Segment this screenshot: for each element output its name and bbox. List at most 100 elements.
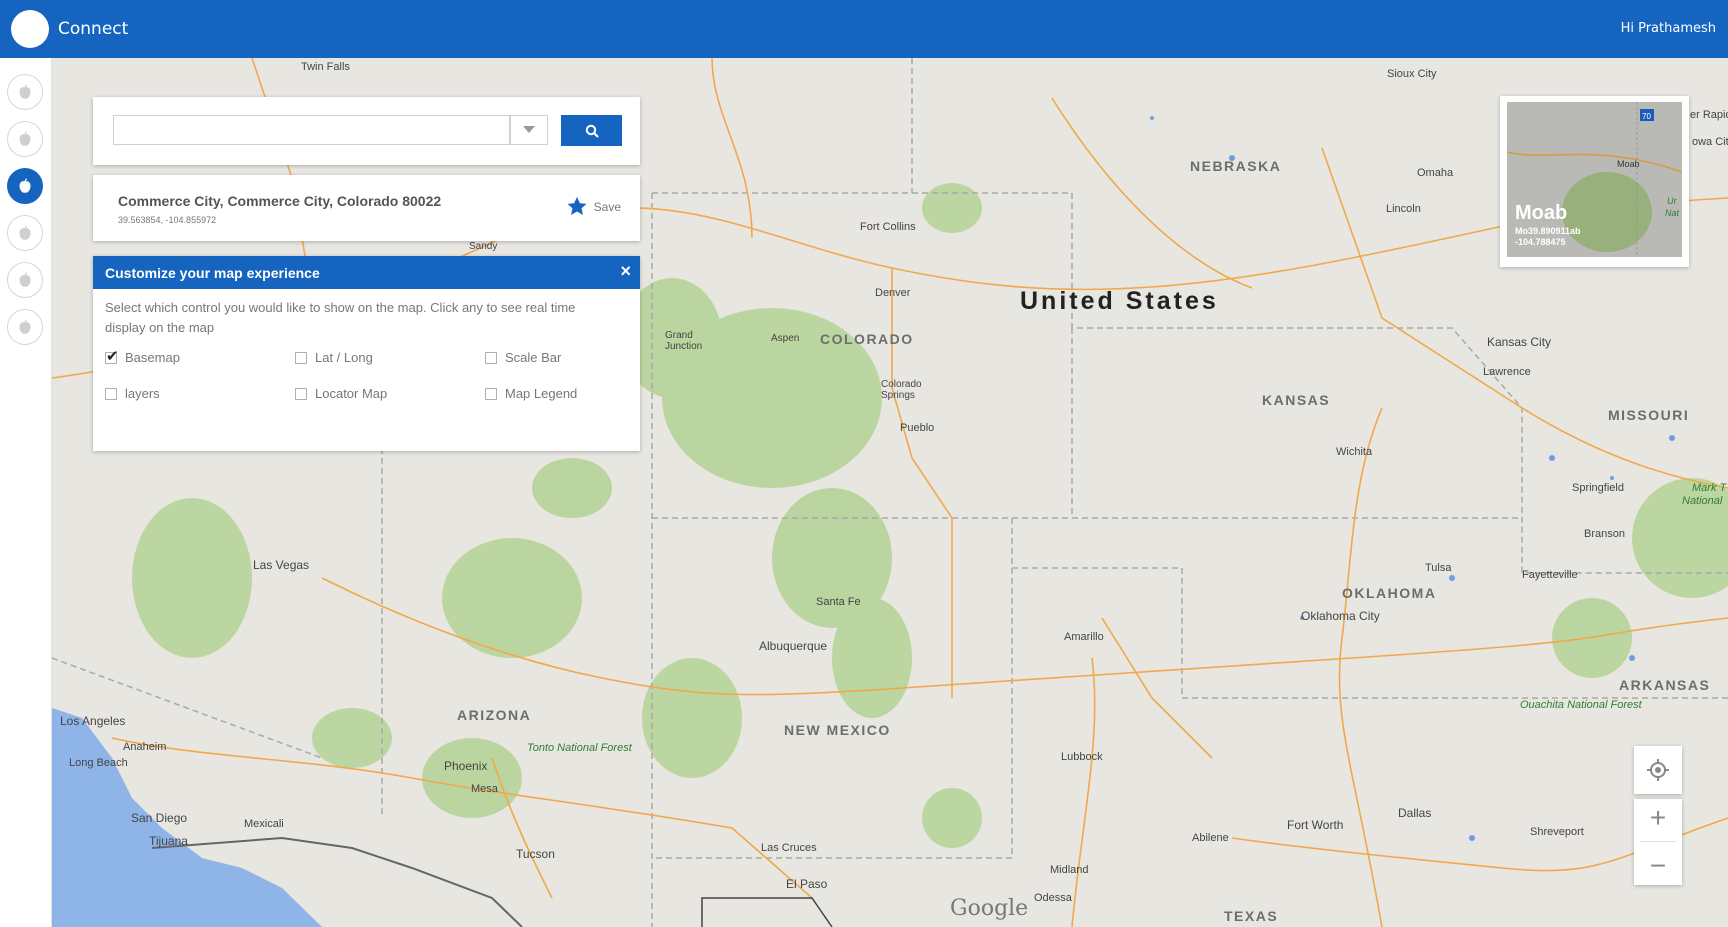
left-rail	[0, 58, 52, 927]
locator-inner-label: Moab	[1617, 159, 1640, 169]
map-state-label: NEBRASKA	[1190, 158, 1282, 174]
app-logo[interactable]	[11, 10, 49, 48]
checkbox-lat-long[interactable]	[295, 351, 307, 364]
option-layers[interactable]: layers	[105, 386, 160, 401]
map-city-label: Dallas	[1398, 806, 1432, 820]
search-input[interactable]	[113, 115, 510, 145]
search-panel	[93, 97, 640, 165]
map-city-label: Lincoln	[1386, 203, 1421, 215]
apple-icon	[19, 225, 31, 240]
map-city-label: Denver	[875, 287, 911, 299]
map-city-label: Long Beach	[69, 757, 128, 769]
map-city-label: Mexicali	[244, 818, 284, 830]
locator-coordinates: Mo39.890911ab -104.788475	[1515, 226, 1581, 247]
option-map-legend[interactable]: Map Legend	[485, 386, 577, 401]
map-city-label: Branson	[1584, 528, 1625, 540]
map-park-label: Ouachita National Forest	[1520, 699, 1642, 711]
option-locator-map[interactable]: Locator Map	[295, 386, 387, 401]
user-greeting[interactable]: Hi Prathamesh	[1621, 21, 1716, 36]
rail-button-4[interactable]	[7, 215, 43, 251]
map-state-label: TEXAS	[1224, 908, 1279, 924]
location-result-card: Commerce City, Commerce City, Colorado 8…	[93, 175, 640, 241]
locate-me-button[interactable]	[1634, 746, 1682, 794]
locator-place-name: Moab	[1515, 202, 1568, 224]
zoom-out-button[interactable]: −	[1650, 852, 1666, 880]
map-city-label: Colorado Springs	[881, 379, 922, 401]
map-city-label: Aspen	[771, 333, 800, 344]
google-attribution[interactable]: Google	[950, 896, 1028, 921]
map-city-label: Santa Fe	[816, 596, 861, 608]
map-city-label: Sandy	[469, 241, 498, 252]
map-city-label: Phoenix	[444, 759, 488, 773]
crosshair-icon	[1647, 759, 1669, 781]
map-city-label: Twin Falls	[301, 61, 350, 73]
highway-shield-label: 70	[1642, 112, 1651, 121]
location-title: Commerce City, Commerce City, Colorado 8…	[118, 193, 442, 209]
map-country-label: United States	[1020, 287, 1219, 315]
map-city-label: Odessa	[1034, 892, 1072, 904]
search-icon	[585, 124, 599, 138]
map-city-label: Springfield	[1572, 482, 1624, 494]
customize-title: Customize your map experience	[105, 265, 320, 281]
app-title: Connect	[58, 19, 129, 39]
locator-map-image: 70 Moab Ur Nat Moab Mo39.890911ab -104.7…	[1507, 102, 1682, 257]
option-label: Scale Bar	[505, 350, 562, 365]
map-park-label: Mark T	[1692, 482, 1727, 494]
checkbox-scale-bar[interactable]	[485, 351, 497, 364]
rail-button-2[interactable]	[7, 121, 43, 157]
map-city-label: Oklahoma City	[1301, 609, 1380, 623]
map-city-label: Lubbock	[1061, 751, 1103, 763]
rail-button-5[interactable]	[7, 262, 43, 298]
customize-header: Customize your map experience ×	[93, 256, 640, 289]
map-city-label: San Diego	[131, 811, 188, 825]
map-city-label: Anaheim	[123, 741, 167, 753]
map-city-label: El Paso	[786, 877, 828, 891]
search-button[interactable]	[561, 115, 622, 146]
map-city-label: Tucson	[516, 847, 555, 861]
apple-icon	[19, 84, 31, 99]
checkbox-map-legend[interactable]	[485, 387, 497, 400]
star-icon	[567, 197, 587, 215]
map-park-label: National	[1682, 495, 1723, 507]
customize-panel: Customize your map experience × Select w…	[93, 256, 640, 451]
checkbox-layers[interactable]	[105, 387, 117, 400]
checkbox-basemap[interactable]	[105, 347, 119, 365]
checkbox-locator-map[interactable]	[295, 387, 307, 400]
save-label: Save	[593, 199, 621, 214]
option-label: layers	[125, 386, 160, 401]
search-type-dropdown[interactable]	[510, 115, 548, 145]
map-city-label: Sioux City	[1387, 68, 1437, 80]
zoom-in-button[interactable]: +	[1650, 803, 1666, 832]
close-icon[interactable]: ×	[620, 261, 631, 282]
map-park-label: Tonto National Forest	[527, 742, 632, 754]
save-location-button[interactable]: Save	[567, 197, 621, 216]
map-state-label: ARKANSAS	[1619, 677, 1711, 693]
map-city-label: Fort Collins	[860, 221, 916, 233]
option-label: Map Legend	[505, 386, 578, 401]
map-city-label: Lawrence	[1483, 366, 1531, 378]
map-city-label: Albuquerque	[759, 639, 828, 653]
option-lat-long[interactable]: Lat / Long	[295, 350, 373, 365]
map-city-label: Shreveport	[1530, 826, 1584, 838]
map-city-label: Amarillo	[1064, 631, 1104, 643]
option-basemap[interactable]: Basemap	[105, 347, 180, 365]
apple-icon	[19, 272, 31, 287]
map-city-label: Pueblo	[900, 422, 935, 434]
map-state-label: KANSAS	[1262, 392, 1331, 408]
rail-button-6[interactable]	[7, 309, 43, 345]
apple-icon	[19, 319, 31, 334]
map-city-label: Las Cruces	[761, 842, 817, 854]
map-city-label: Los Angeles	[60, 714, 126, 728]
map-city-label: Abilene	[1192, 832, 1229, 844]
map-city-label: Midland	[1050, 864, 1089, 876]
rail-button-3[interactable]	[7, 168, 43, 204]
rail-button-1[interactable]	[7, 74, 43, 110]
zoom-controls: + −	[1634, 799, 1682, 885]
map-city-label: Mesa	[471, 783, 498, 795]
map-state-label: MISSOURI	[1608, 407, 1690, 423]
map-state-label: NEW MEXICO	[784, 722, 891, 738]
map-city-label: Tulsa	[1425, 562, 1452, 574]
locator-map[interactable]: 70 Moab Ur Nat Moab Mo39.890911ab -104.7…	[1500, 96, 1689, 267]
option-label: Lat / Long	[315, 350, 373, 365]
option-scale-bar[interactable]: Scale Bar	[485, 350, 561, 365]
